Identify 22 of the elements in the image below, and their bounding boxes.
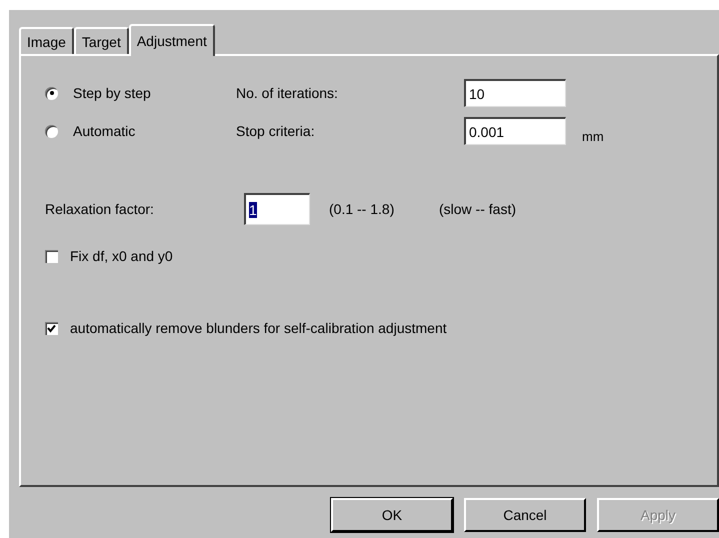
dialog-button[interactable]: OK xyxy=(331,498,453,532)
input-field[interactable]: 1 xyxy=(244,193,310,225)
tab[interactable]: Target xyxy=(74,27,129,54)
radio-label: Step by step xyxy=(73,85,152,101)
tab[interactable]: Adjustment xyxy=(128,24,215,56)
field-label: No. of iterations: xyxy=(236,85,339,101)
input-field[interactable]: 10 xyxy=(464,79,566,107)
checkbox-label: automatically remove blunders for self-calibration adjustment xyxy=(70,320,447,336)
checkbox[interactable] xyxy=(45,250,58,262)
hint-label: (slow -- fast) xyxy=(439,201,516,217)
tab[interactable]: Image xyxy=(19,27,74,54)
unit-label: mm xyxy=(582,128,605,144)
radio-button[interactable] xyxy=(45,124,58,138)
field-label: Stop criteria: xyxy=(236,123,316,139)
radio-label: Automatic xyxy=(73,123,136,139)
checkbox-label: Fix df, x0 and y0 xyxy=(70,248,173,264)
input-field[interactable]: 0.001 xyxy=(464,117,566,145)
dialog-button[interactable]: Cancel xyxy=(464,498,586,532)
field-label: Relaxation factor: xyxy=(45,201,155,217)
range-label: (0.1 -- 1.8) xyxy=(329,201,396,217)
checkbox[interactable] xyxy=(45,322,58,334)
radio-button[interactable] xyxy=(45,86,58,100)
